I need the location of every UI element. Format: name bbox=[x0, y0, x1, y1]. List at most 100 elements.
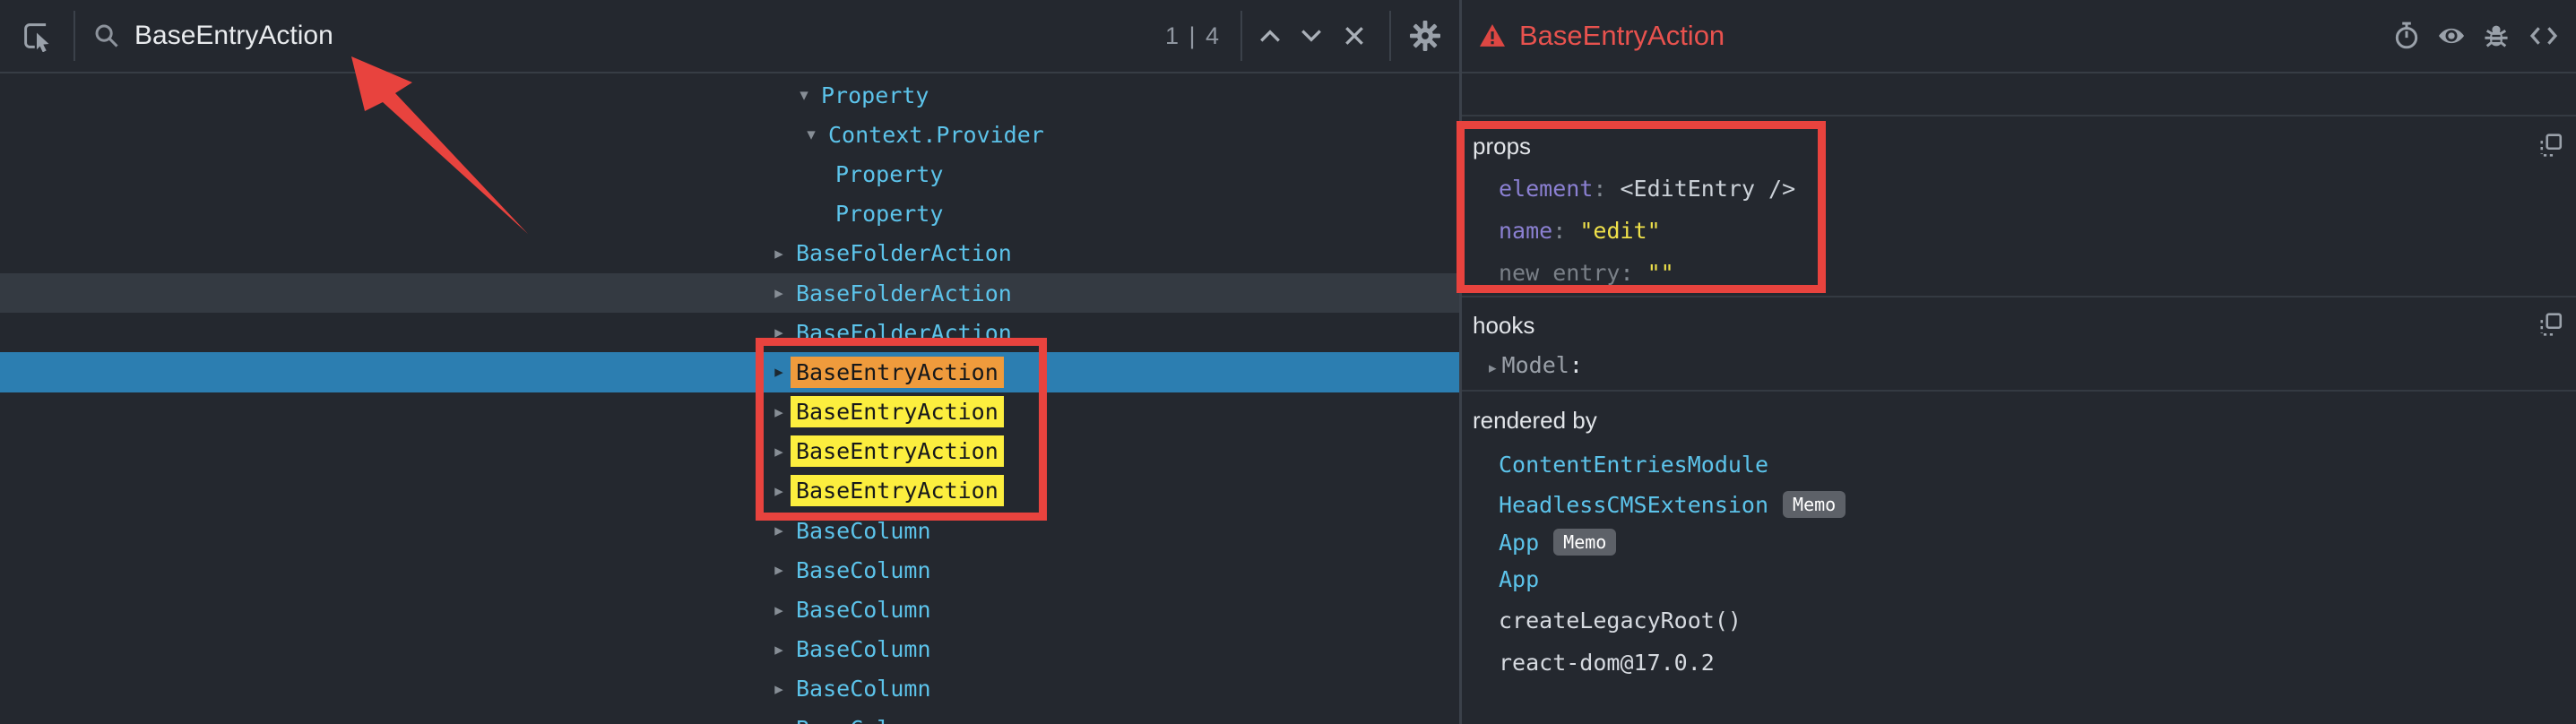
inspector-spacer-strip bbox=[1462, 75, 2576, 116]
expand-arrow-icon[interactable] bbox=[767, 560, 791, 580]
copy-icon[interactable] bbox=[2538, 312, 2563, 341]
component-name: BaseFolderAction bbox=[796, 320, 1012, 346]
tree-row[interactable]: BaseColumn bbox=[0, 590, 1459, 629]
tree-row[interactable]: BaseColumn bbox=[0, 709, 1459, 724]
component-name: BaseFolderAction bbox=[796, 240, 1012, 266]
stopwatch-icon[interactable] bbox=[2384, 22, 2429, 50]
gear-icon[interactable] bbox=[1391, 21, 1459, 51]
collapse-arrow-icon[interactable] bbox=[800, 125, 823, 144]
rendered-by-section: rendered by ContentEntriesModule Headles… bbox=[1462, 392, 2576, 724]
warning-triangle-icon bbox=[1478, 23, 1507, 48]
next-match-button[interactable] bbox=[1291, 28, 1332, 44]
prop-row[interactable]: new entry: "" bbox=[1499, 260, 2576, 286]
collapse-arrow-icon[interactable] bbox=[792, 85, 816, 105]
copy-icon[interactable] bbox=[2538, 133, 2563, 162]
expand-arrow-icon[interactable] bbox=[767, 323, 791, 342]
hooks-section-title: hooks bbox=[1473, 312, 2576, 340]
props-section: props element: <EditEntry /> name: "edit… bbox=[1462, 116, 2576, 297]
component-name: Context.Provider bbox=[828, 122, 1044, 148]
memo-badge: Memo bbox=[1553, 529, 1616, 556]
expand-arrow-icon[interactable] bbox=[767, 679, 791, 699]
expand-arrow-icon[interactable] bbox=[767, 719, 791, 724]
expand-arrow-icon[interactable] bbox=[767, 362, 791, 382]
expand-arrow-icon[interactable] bbox=[767, 640, 791, 659]
expand-arrow-icon[interactable] bbox=[767, 283, 791, 303]
expand-arrow-icon[interactable] bbox=[767, 600, 791, 620]
hook-row[interactable]: Model: bbox=[1489, 352, 2576, 378]
tree-row-selected[interactable]: BaseEntryAction bbox=[0, 352, 1459, 392]
component-tree: Property Context.Provider Property Prope… bbox=[0, 75, 1459, 724]
expand-arrow-icon[interactable] bbox=[767, 521, 791, 540]
expand-arrow-icon[interactable] bbox=[767, 481, 791, 501]
tree-row[interactable]: BaseEntryAction bbox=[0, 432, 1459, 471]
component-name: Property bbox=[821, 82, 929, 108]
component-name: Property bbox=[835, 201, 943, 227]
expand-arrow-icon[interactable] bbox=[767, 442, 791, 461]
component-name: BaseColumn bbox=[796, 716, 931, 724]
prop-value: <EditEntry /> bbox=[1620, 176, 1795, 202]
tree-row[interactable]: Property bbox=[0, 75, 1459, 115]
view-source-icon[interactable] bbox=[2519, 24, 2569, 47]
memo-badge: Memo bbox=[1783, 491, 1846, 518]
inspector-toolbar: BaseEntryAction bbox=[1462, 0, 2576, 73]
tree-row[interactable]: Property bbox=[0, 154, 1459, 194]
owner-link[interactable]: ContentEntriesModule bbox=[1499, 452, 2576, 478]
search-match-current: BaseEntryAction bbox=[791, 357, 1004, 388]
tree-row[interactable]: BaseFolderAction bbox=[0, 313, 1459, 352]
search-icon bbox=[79, 22, 134, 49]
react-dom-version: react-dom@17.0.2 bbox=[1499, 650, 2576, 676]
prop-name: new entry bbox=[1499, 260, 1620, 286]
inspected-component-title: BaseEntryAction bbox=[1519, 20, 1725, 52]
components-tree-panel: 1 | 4 bbox=[0, 0, 1459, 724]
owner-root: createLegacyRoot() bbox=[1499, 608, 2576, 634]
tree-toolbar: 1 | 4 bbox=[0, 0, 1459, 73]
owner-link[interactable]: App bbox=[1499, 566, 2576, 592]
search-input[interactable] bbox=[134, 21, 1165, 51]
tree-row[interactable]: BaseColumn bbox=[0, 669, 1459, 709]
bug-icon[interactable] bbox=[2474, 22, 2519, 50]
colon: : bbox=[1620, 260, 1633, 286]
tree-row[interactable]: BaseEntryAction bbox=[0, 392, 1459, 432]
tree-row[interactable]: Context.Provider bbox=[0, 115, 1459, 154]
prop-value: "edit" bbox=[1579, 218, 1660, 244]
react-devtools-window: 1 | 4 bbox=[0, 0, 2576, 724]
clear-search-icon[interactable] bbox=[1332, 25, 1377, 47]
prop-row[interactable]: element: <EditEntry /> bbox=[1499, 176, 2576, 202]
component-name: BaseColumn bbox=[796, 676, 931, 702]
hook-name: Model bbox=[1502, 352, 1569, 378]
toolbar-divider bbox=[1240, 11, 1242, 61]
hooks-section: hooks Model: bbox=[1462, 297, 2576, 392]
search-match: BaseEntryAction bbox=[791, 475, 1004, 506]
prop-name: name bbox=[1499, 218, 1552, 244]
prop-name: element bbox=[1499, 176, 1593, 202]
owner-link[interactable]: App bbox=[1499, 530, 1539, 556]
tree-row[interactable]: BaseEntryAction bbox=[0, 471, 1459, 511]
expand-arrow-icon[interactable] bbox=[767, 244, 791, 263]
component-name: BaseColumn bbox=[796, 557, 931, 583]
eye-icon[interactable] bbox=[2429, 24, 2474, 47]
search-result-count: 1 | 4 bbox=[1165, 22, 1221, 50]
colon: : bbox=[1569, 352, 1583, 378]
expand-arrow-icon[interactable] bbox=[767, 402, 791, 422]
tree-row[interactable]: BaseFolderAction bbox=[0, 273, 1459, 313]
search-match: BaseEntryAction bbox=[791, 435, 1004, 467]
colon: : bbox=[1593, 176, 1606, 202]
tree-row[interactable]: BaseColumn bbox=[0, 550, 1459, 590]
component-name: Property bbox=[835, 161, 943, 187]
owner-link[interactable]: HeadlessCMSExtension bbox=[1499, 492, 1768, 518]
component-name: BaseFolderAction bbox=[796, 280, 1012, 306]
rendered-by-title: rendered by bbox=[1473, 407, 2576, 435]
component-name: BaseColumn bbox=[796, 518, 931, 544]
tree-row[interactable]: BaseColumn bbox=[0, 511, 1459, 550]
search-match: BaseEntryAction bbox=[791, 396, 1004, 427]
prop-row[interactable]: name: "edit" bbox=[1499, 218, 2576, 244]
tree-row[interactable]: BaseColumn bbox=[0, 630, 1459, 669]
colon: : bbox=[1552, 218, 1566, 244]
expand-arrow-icon[interactable] bbox=[1489, 359, 1497, 377]
props-section-title: props bbox=[1473, 133, 2576, 160]
previous-match-button[interactable] bbox=[1249, 28, 1291, 44]
toolbar-divider bbox=[73, 11, 75, 61]
tree-row[interactable]: BaseFolderAction bbox=[0, 234, 1459, 273]
inspect-element-icon[interactable] bbox=[0, 20, 73, 52]
tree-row[interactable]: Property bbox=[0, 194, 1459, 234]
